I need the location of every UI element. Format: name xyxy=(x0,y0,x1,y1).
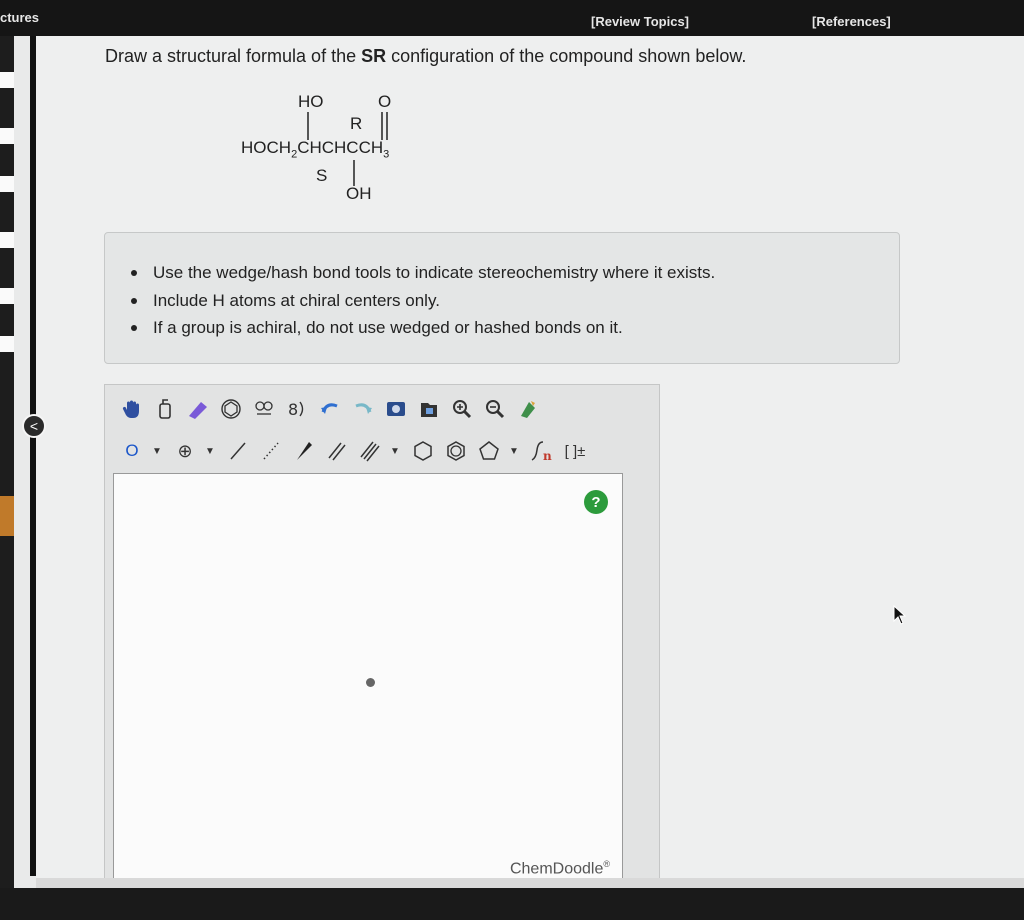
charge-dropdown-icon[interactable]: ▼ xyxy=(203,436,217,466)
bottom-bar xyxy=(0,888,1024,920)
undo-icon[interactable] xyxy=(315,394,345,424)
zoom-in-icon[interactable] xyxy=(447,394,477,424)
help-icon[interactable]: ? xyxy=(584,490,608,514)
sidebar-current-marker xyxy=(0,496,14,536)
sidebar-marker xyxy=(0,128,14,144)
bracket-tool[interactable]: [ ]± xyxy=(560,436,590,466)
chevron-left-icon: < xyxy=(29,418,39,434)
lectures-tab[interactable]: ctures xyxy=(0,10,39,25)
bottom-edge xyxy=(36,878,1024,888)
canvas-point xyxy=(366,678,375,687)
atom-selector[interactable]: O xyxy=(117,436,147,466)
question-text: Draw a structural formula of the SR conf… xyxy=(105,46,747,66)
hand-icon[interactable] xyxy=(117,394,147,424)
chemdoodle-editor: 8 O ▼ ⊕ ▼ ▼ ▼ n []± ? ChemDoodle® xyxy=(104,384,660,890)
charge-tool[interactable]: ⊕ xyxy=(170,436,200,466)
sidebar-marker xyxy=(0,336,14,352)
zoom-out-icon[interactable] xyxy=(480,394,510,424)
instruction-item: Use the wedge/hash bond tools to indicat… xyxy=(130,259,715,287)
instructions-list: Use the wedge/hash bond tools to indicat… xyxy=(130,259,715,342)
sidebar-marker xyxy=(0,72,14,88)
double-bond-icon[interactable] xyxy=(322,436,352,466)
chemdoodle-logo: ChemDoodle® xyxy=(509,858,610,877)
top-bar: ctures [Review Topics] [References] xyxy=(0,0,1024,36)
cyclohexane-icon[interactable] xyxy=(408,436,438,466)
eraser-icon[interactable] xyxy=(183,394,213,424)
atom-dropdown-icon[interactable]: ▼ xyxy=(150,436,164,466)
sidebar-marker xyxy=(0,232,14,248)
3d-view-icon[interactable] xyxy=(381,394,411,424)
redo-icon[interactable] xyxy=(348,394,378,424)
drawing-canvas[interactable]: ? ChemDoodle® xyxy=(113,473,623,883)
structure-bonds xyxy=(307,112,388,186)
panel-divider xyxy=(30,36,36,876)
template-ring-icon[interactable] xyxy=(216,394,246,424)
triple-bond-icon[interactable] xyxy=(355,436,385,466)
toolbar-row-1: 8 xyxy=(117,393,546,425)
collapse-sidebar-button[interactable]: < xyxy=(22,414,46,438)
hash-bond-icon[interactable] xyxy=(256,436,286,466)
bond-dropdown-icon[interactable]: ▼ xyxy=(388,436,402,466)
template-library-icon[interactable] xyxy=(414,394,444,424)
chain-tool-icon[interactable]: n xyxy=(527,436,557,466)
instructions-box: Use the wedge/hash bond tools to indicat… xyxy=(104,232,900,364)
toolbar-row-2: O ▼ ⊕ ▼ ▼ ▼ n [ ]± xyxy=(117,435,593,467)
flip-icon[interactable]: 8 xyxy=(282,394,312,424)
svg-text:n: n xyxy=(543,449,552,462)
cleanup-icon[interactable] xyxy=(249,394,279,424)
left-sidebar-strip xyxy=(0,36,14,896)
svg-text:8: 8 xyxy=(288,400,298,419)
cyclopentane-icon[interactable] xyxy=(474,436,504,466)
instruction-item: If a group is achiral, do not use wedged… xyxy=(130,314,715,342)
ring-dropdown-icon[interactable]: ▼ xyxy=(507,436,521,466)
benzene-icon[interactable] xyxy=(441,436,471,466)
references-link[interactable]: [References] xyxy=(812,14,891,29)
mouse-pointer-icon xyxy=(893,604,907,625)
review-topics-link[interactable]: [Review Topics] xyxy=(591,14,689,29)
single-bond-icon[interactable] xyxy=(223,436,253,466)
compound-structure: HO O R HOCH2CHCHCCH3 S OH xyxy=(230,92,460,212)
instruction-item: Include H atoms at chiral centers only. xyxy=(130,287,715,315)
sidebar-marker xyxy=(0,176,14,192)
sidebar-marker xyxy=(0,288,14,304)
clean-structure-icon[interactable] xyxy=(513,394,543,424)
wedge-bond-icon[interactable] xyxy=(289,436,319,466)
lasso-select-icon[interactable] xyxy=(150,394,180,424)
